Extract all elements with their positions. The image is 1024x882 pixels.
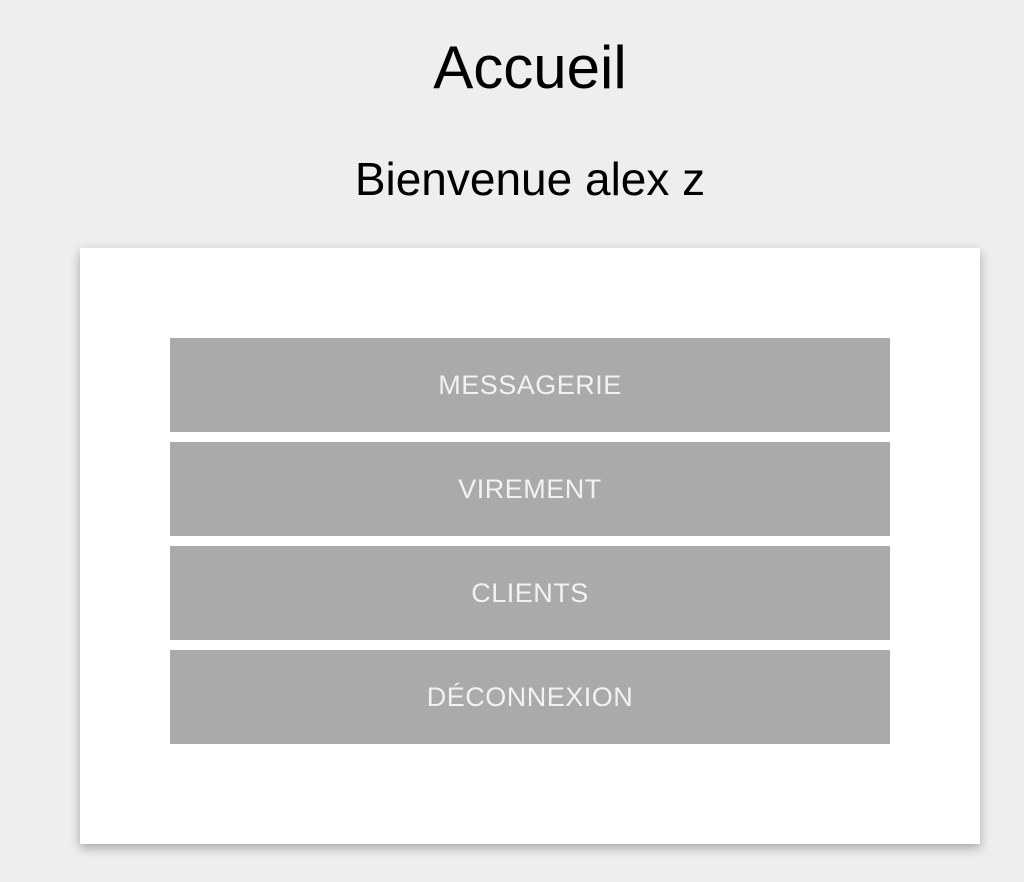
clients-button[interactable]: CLIENTS — [170, 546, 890, 640]
menu-list: MESSAGERIE VIREMENT CLIENTS DÉCONNEXION — [170, 338, 890, 744]
menu-card: MESSAGERIE VIREMENT CLIENTS DÉCONNEXION — [80, 248, 980, 844]
page-title: Accueil — [433, 34, 627, 101]
deconnexion-button[interactable]: DÉCONNEXION — [170, 650, 890, 744]
messagerie-button[interactable]: MESSAGERIE — [170, 338, 890, 432]
virement-button[interactable]: VIREMENT — [170, 442, 890, 536]
welcome-message: Bienvenue alex z — [354, 153, 706, 205]
